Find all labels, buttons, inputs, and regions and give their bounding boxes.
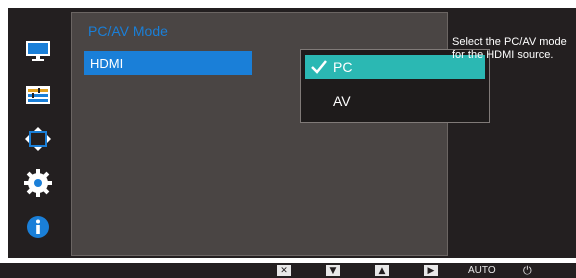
color-settings-icon[interactable] — [20, 78, 56, 112]
option-label: PC — [333, 59, 353, 75]
panel-title: PC/AV Mode — [88, 23, 168, 39]
option-av[interactable]: AV — [305, 89, 485, 113]
enter-key[interactable]: ▶ — [424, 265, 438, 276]
down-key[interactable]: ▼ — [326, 265, 340, 276]
key-guide-bar: ✕ ▼ ▲ ▶ AUTO ⏻ — [0, 263, 576, 278]
screen-size-icon[interactable] — [20, 122, 56, 156]
power-icon[interactable]: ⏻ — [523, 264, 532, 277]
auto-key[interactable]: AUTO — [468, 265, 496, 276]
gear-icon[interactable] — [20, 166, 56, 200]
arrow-up-icon: ▲ — [375, 265, 389, 276]
check-icon — [311, 60, 327, 74]
menu-item-hdmi[interactable]: HDMI — [84, 51, 252, 75]
monitor-icon[interactable] — [20, 34, 56, 68]
help-text: Select the PC/AV mode for the HDMI sourc… — [452, 36, 567, 61]
osd-sidebar — [8, 8, 68, 258]
info-icon[interactable] — [20, 210, 56, 244]
osd-window: PC/AV Mode HDMI PC AV Select the PC/AV m… — [8, 8, 576, 258]
up-key[interactable]: ▲ — [375, 265, 389, 276]
close-key[interactable]: ✕ — [277, 265, 291, 276]
arrow-down-icon: ▼ — [326, 265, 340, 276]
close-icon: ✕ — [277, 265, 291, 276]
option-label: AV — [333, 93, 351, 109]
enter-icon: ▶ — [424, 265, 438, 276]
settings-panel: PC/AV Mode HDMI PC AV — [71, 12, 490, 256]
